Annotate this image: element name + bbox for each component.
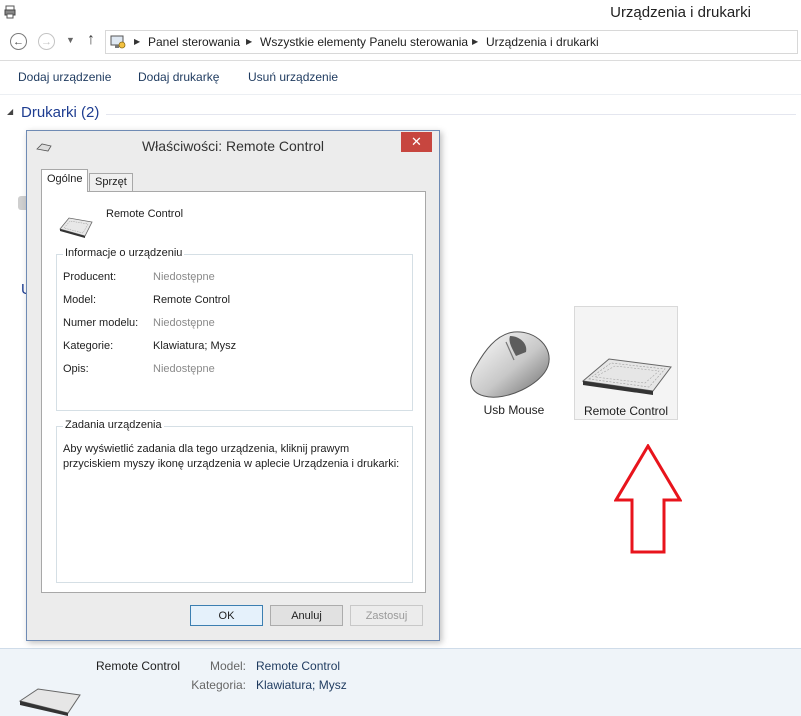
info-value-categories: Klawiatura; Mysz — [153, 340, 237, 352]
details-model-value: Remote Control — [256, 659, 341, 673]
device-label: Usb Mouse — [483, 403, 545, 417]
details-category-value: Klawiatura; Mysz — [256, 678, 347, 692]
device-tile-remote-control[interactable]: Remote Control — [574, 306, 678, 420]
cancel-button[interactable]: Anuluj — [270, 605, 343, 626]
keyboard-icon — [581, 358, 672, 395]
device-name: Remote Control — [106, 208, 184, 220]
address-box[interactable]: ▶ Panel sterowania ▶ Wszystkie elementy … — [105, 30, 798, 54]
breadcrumb-separator-icon: ▶ — [246, 37, 253, 46]
add-device-button[interactable]: Dodaj urządzenie — [18, 70, 111, 84]
device-info-group: Informacje o urządzeniu Producent: Niedo… — [56, 247, 413, 411]
add-printer-button[interactable]: Dodaj drukarkę — [138, 70, 219, 84]
back-button[interactable]: ← — [10, 33, 27, 50]
device-label: Remote Control — [583, 404, 669, 418]
up-button[interactable]: ↑ — [87, 31, 95, 49]
group-divider — [106, 114, 796, 115]
group-title: Informacje o urządzeniu — [63, 247, 185, 259]
tab-general[interactable]: Ogólne — [41, 169, 89, 192]
arrow-up-icon: ↑ — [87, 31, 95, 48]
address-bar: ← → ▼ ↑ ▶ Panel sterowania ▶ Wszystkie e… — [0, 26, 801, 61]
devices-printers-icon — [4, 5, 16, 19]
tab-hardware[interactable]: Sprzęt — [89, 173, 133, 192]
red-arrow-annotation — [614, 444, 682, 554]
details-category-key: Kategoria: — [191, 678, 246, 692]
info-key-model: Model: — [63, 294, 97, 306]
arrow-left-icon: ← — [13, 35, 24, 48]
printers-group-title: Drukarki (2) — [21, 104, 100, 121]
breadcrumb-devices-printers[interactable]: Urządzenia i drukarki — [486, 35, 599, 49]
dialog-title: Właściwości: Remote Control — [141, 138, 325, 154]
remove-device-button[interactable]: Usuń urządzenie — [248, 70, 338, 84]
command-bar: Dodaj urządzenie Dodaj drukarkę Usuń urz… — [0, 61, 801, 95]
info-value-description: Niedostępne — [153, 363, 215, 375]
tasks-description: Aby wyświetlić zadania dla tego urządzen… — [63, 443, 400, 470]
info-key-manufacturer: Producent: — [63, 271, 117, 283]
group-title: Zadania urządzenia — [63, 419, 164, 431]
collapse-triangle-icon[interactable]: ◢ — [7, 107, 13, 116]
title-bar: Urządzenia i drukarki — [0, 0, 801, 26]
info-value-model: Remote Control — [153, 294, 231, 306]
breadcrumb-separator-icon: ▶ — [472, 37, 479, 46]
mouse-icon — [470, 331, 550, 398]
breadcrumb-separator-icon: ▶ — [134, 37, 141, 46]
info-key-categories: Kategorie: — [63, 340, 114, 352]
tab-panel-general: Remote Control Informacje o urządzeniu P… — [41, 191, 426, 593]
keyboard-icon — [18, 688, 81, 716]
forward-button[interactable]: → — [38, 33, 55, 50]
details-pane: Remote Control Model: Remote Control Kat… — [0, 648, 801, 716]
close-icon: ✕ — [411, 134, 422, 149]
apply-button[interactable]: Zastosuj — [350, 605, 423, 626]
device-tasks-group: Zadania urządzenia Aby wyświetlić zadani… — [56, 419, 413, 583]
device-tile-usb-mouse[interactable]: Usb Mouse — [462, 306, 566, 420]
breadcrumb-control-panel[interactable]: Panel sterowania — [148, 35, 240, 49]
info-key-description: Opis: — [63, 363, 89, 375]
window-title: Urządzenia i drukarki — [610, 4, 751, 21]
info-value-manufacturer: Niedostępne — [153, 271, 215, 283]
info-key-model-number: Numer modelu: — [63, 317, 139, 329]
recent-locations-button[interactable]: ▼ — [66, 35, 75, 45]
close-button[interactable]: ✕ — [401, 132, 432, 152]
breadcrumb-all-items[interactable]: Wszystkie elementy Panelu sterowania — [260, 35, 468, 49]
control-panel-icon — [110, 35, 126, 49]
dialog-titlebar[interactable]: Właściwości: Remote Control ✕ — [27, 131, 439, 161]
properties-dialog: Właściwości: Remote Control ✕ Ogólne Spr… — [26, 130, 440, 641]
ok-button[interactable]: OK — [190, 605, 263, 626]
printers-group-header[interactable]: ◢ Drukarki (2) — [0, 104, 801, 124]
chevron-down-icon: ▼ — [66, 35, 75, 45]
arrow-right-icon: → — [41, 35, 52, 48]
info-value-model-number: Niedostępne — [153, 317, 215, 329]
details-model-key: Model: — [209, 659, 246, 673]
keyboard-icon — [59, 217, 93, 238]
